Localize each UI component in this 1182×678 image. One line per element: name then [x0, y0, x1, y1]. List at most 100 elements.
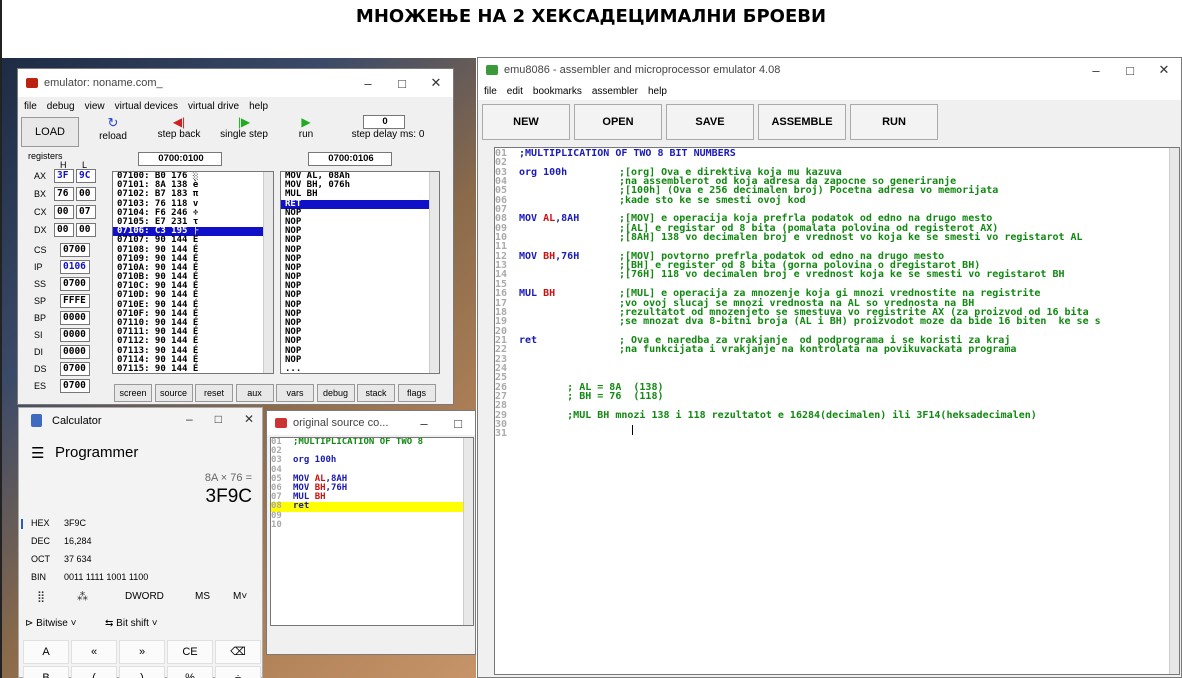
- code-line[interactable]: 06 ;kade sto ke se smesti ovoj kod: [495, 195, 1179, 205]
- bitshift-dropdown[interactable]: ⇆ Bit shift ˅: [105, 618, 158, 629]
- hamburger-menu-icon[interactable]: ☰: [31, 444, 44, 462]
- reset-button[interactable]: reset: [195, 384, 233, 402]
- code-line[interactable]: 23: [495, 354, 1179, 364]
- disasm-row[interactable]: NOP: [281, 245, 439, 255]
- emu-menu-virtual-devices[interactable]: virtual devices: [115, 101, 178, 112]
- flags-button[interactable]: flags: [397, 384, 436, 402]
- base-label-dec[interactable]: DEC: [31, 536, 50, 546]
- source-line[interactable]: 08 ret: [271, 502, 473, 512]
- save-button[interactable]: SAVE: [666, 104, 754, 140]
- reg-bx-low[interactable]: 00: [76, 187, 96, 201]
- reg-ax-low[interactable]: 9C: [76, 169, 96, 183]
- disassembly-scrollbar[interactable]: [429, 172, 439, 373]
- bit-toggle-keypad-icon[interactable]: ⣿: [37, 590, 45, 603]
- calc-key-row2-4[interactable]: ÷: [215, 666, 261, 678]
- disasm-row[interactable]: NOP: [281, 337, 439, 346]
- code-line[interactable]: 29 ;MUL BH mnozi 138 i 118 rezultatot e …: [495, 410, 1179, 420]
- base-label-bin[interactable]: BIN: [31, 572, 46, 582]
- editor-scrollbar[interactable]: [1169, 148, 1179, 674]
- calc-key-row2-0[interactable]: B: [23, 666, 69, 678]
- maximize-icon[interactable]: □: [215, 412, 222, 426]
- calc-key-0[interactable]: A: [23, 640, 69, 664]
- word-size-button[interactable]: DWORD: [125, 591, 164, 602]
- reg-bx-high[interactable]: 76: [54, 187, 74, 201]
- disasm-row[interactable]: MUL BH: [281, 190, 439, 199]
- calc-key-3[interactable]: CE: [167, 640, 213, 664]
- disasm-row[interactable]: NOP: [281, 254, 439, 264]
- bitwise-dropdown[interactable]: ⊳ Bitwise ˅: [25, 618, 76, 629]
- disasm-row[interactable]: NOP: [281, 236, 439, 245]
- disasm-row[interactable]: NOP: [281, 318, 439, 328]
- code-line[interactable]: 30: [495, 419, 1179, 429]
- aux-button[interactable]: aux: [235, 384, 274, 402]
- reg-cx-low[interactable]: 07: [76, 205, 96, 219]
- maximize-icon[interactable]: □: [441, 416, 475, 431]
- base-label-hex[interactable]: HEX: [31, 518, 50, 528]
- code-line[interactable]: 01 ;MULTIPLICATION OF TWO 8 BIT NUMBERS: [495, 148, 1179, 158]
- emu-menu-file[interactable]: file: [24, 101, 37, 112]
- source-code-pane[interactable]: 01 ;MULTIPLICATION OF TWO 8 02 03 org 100h 04…: [270, 437, 474, 626]
- reg-ss[interactable]: 0700: [60, 277, 90, 291]
- editor-menu-edit[interactable]: edit: [507, 86, 523, 97]
- reg-cs[interactable]: 0700: [60, 243, 90, 257]
- disasm-row[interactable]: NOP: [281, 272, 439, 282]
- reg-si[interactable]: 0000: [60, 328, 90, 342]
- close-icon[interactable]: ✕: [1147, 62, 1181, 78]
- minimize-icon[interactable]: –: [186, 412, 193, 426]
- vars-button[interactable]: vars: [276, 384, 314, 402]
- new-button[interactable]: NEW: [482, 104, 570, 140]
- editor-menu-bookmarks[interactable]: bookmarks: [533, 86, 582, 97]
- minimize-icon[interactable]: –: [351, 76, 385, 91]
- calc-key-4[interactable]: ⌫: [215, 640, 261, 664]
- code-line[interactable]: 31: [495, 429, 1179, 439]
- reg-dx-high[interactable]: 00: [54, 223, 74, 237]
- load-button[interactable]: LOAD: [21, 117, 79, 147]
- reg-cx-high[interactable]: 00: [54, 205, 74, 219]
- disasm-row[interactable]: NOP: [281, 226, 439, 236]
- disasm-address-input[interactable]: 0700:0106: [308, 152, 392, 166]
- screen-button[interactable]: screen: [114, 384, 152, 402]
- memory-store-button[interactable]: MS: [195, 591, 210, 602]
- disasm-row[interactable]: NOP: [281, 282, 439, 291]
- source-line[interactable]: 01 ;MULTIPLICATION OF TWO 8: [271, 438, 473, 447]
- disasm-row[interactable]: NOP: [281, 208, 439, 218]
- disasm-row[interactable]: NOP: [281, 217, 439, 227]
- calc-key-row2-3[interactable]: %: [167, 666, 213, 678]
- memory-scrollbar[interactable]: [263, 172, 273, 373]
- memory-row[interactable]: 07115: 90 144 É: [113, 364, 273, 373]
- editor-menu-file[interactable]: file: [484, 86, 497, 97]
- reload-button[interactable]: ↻ reload: [88, 115, 138, 142]
- code-line[interactable]: 24: [495, 363, 1179, 373]
- code-line[interactable]: 27 ; BH = 76 (118): [495, 391, 1179, 401]
- code-line[interactable]: 22 ;na funkcijata i vrakjanje na kontrola…: [495, 345, 1179, 355]
- maximize-icon[interactable]: □: [1113, 63, 1147, 78]
- disasm-row[interactable]: NOP: [281, 309, 439, 319]
- step-back-button[interactable]: ◀| step back: [150, 115, 208, 140]
- run-button[interactable]: RUN: [850, 104, 938, 140]
- calc-key-1[interactable]: «: [71, 640, 117, 664]
- reg-bp[interactable]: 0000: [60, 311, 90, 325]
- calc-key-row2-2[interactable]: ): [119, 666, 165, 678]
- memory-pane[interactable]: 07100: B0 176 ░ 07101: 8A 138 è 07102: B7 …: [112, 171, 274, 374]
- source-line[interactable]: 03 org 100h: [271, 456, 473, 465]
- disasm-row[interactable]: NOP: [281, 346, 439, 356]
- code-line[interactable]: 14 ;[76H] 118 vo decimalen broj e vrednos…: [495, 270, 1179, 280]
- disasm-row[interactable]: RET: [281, 199, 439, 209]
- source-button[interactable]: source: [154, 384, 193, 402]
- disasm-row[interactable]: ...: [281, 364, 439, 373]
- code-editor[interactable]: 01 ;MULTIPLICATION OF TWO 8 BIT NUMBERS 02…: [494, 147, 1180, 675]
- assemble-button[interactable]: ASSEMBLE: [758, 104, 846, 140]
- source-line[interactable]: 10: [271, 520, 473, 530]
- open-button[interactable]: OPEN: [574, 104, 662, 140]
- memory-menu-button[interactable]: M˅: [233, 591, 247, 602]
- reg-sp[interactable]: FFFE: [60, 294, 90, 308]
- close-icon[interactable]: ✕: [244, 412, 254, 426]
- calc-key-row2-1[interactable]: (: [71, 666, 117, 678]
- memory-address-input[interactable]: 0700:0100: [138, 152, 222, 166]
- source-scrollbar[interactable]: [463, 438, 473, 625]
- reg-ds[interactable]: 0700: [60, 362, 90, 376]
- source-line[interactable]: 09: [271, 511, 473, 521]
- minimize-icon[interactable]: –: [407, 416, 441, 431]
- disasm-row[interactable]: NOP: [281, 355, 439, 365]
- bit-toggle-keypad-icon-2[interactable]: ⁂: [77, 590, 88, 603]
